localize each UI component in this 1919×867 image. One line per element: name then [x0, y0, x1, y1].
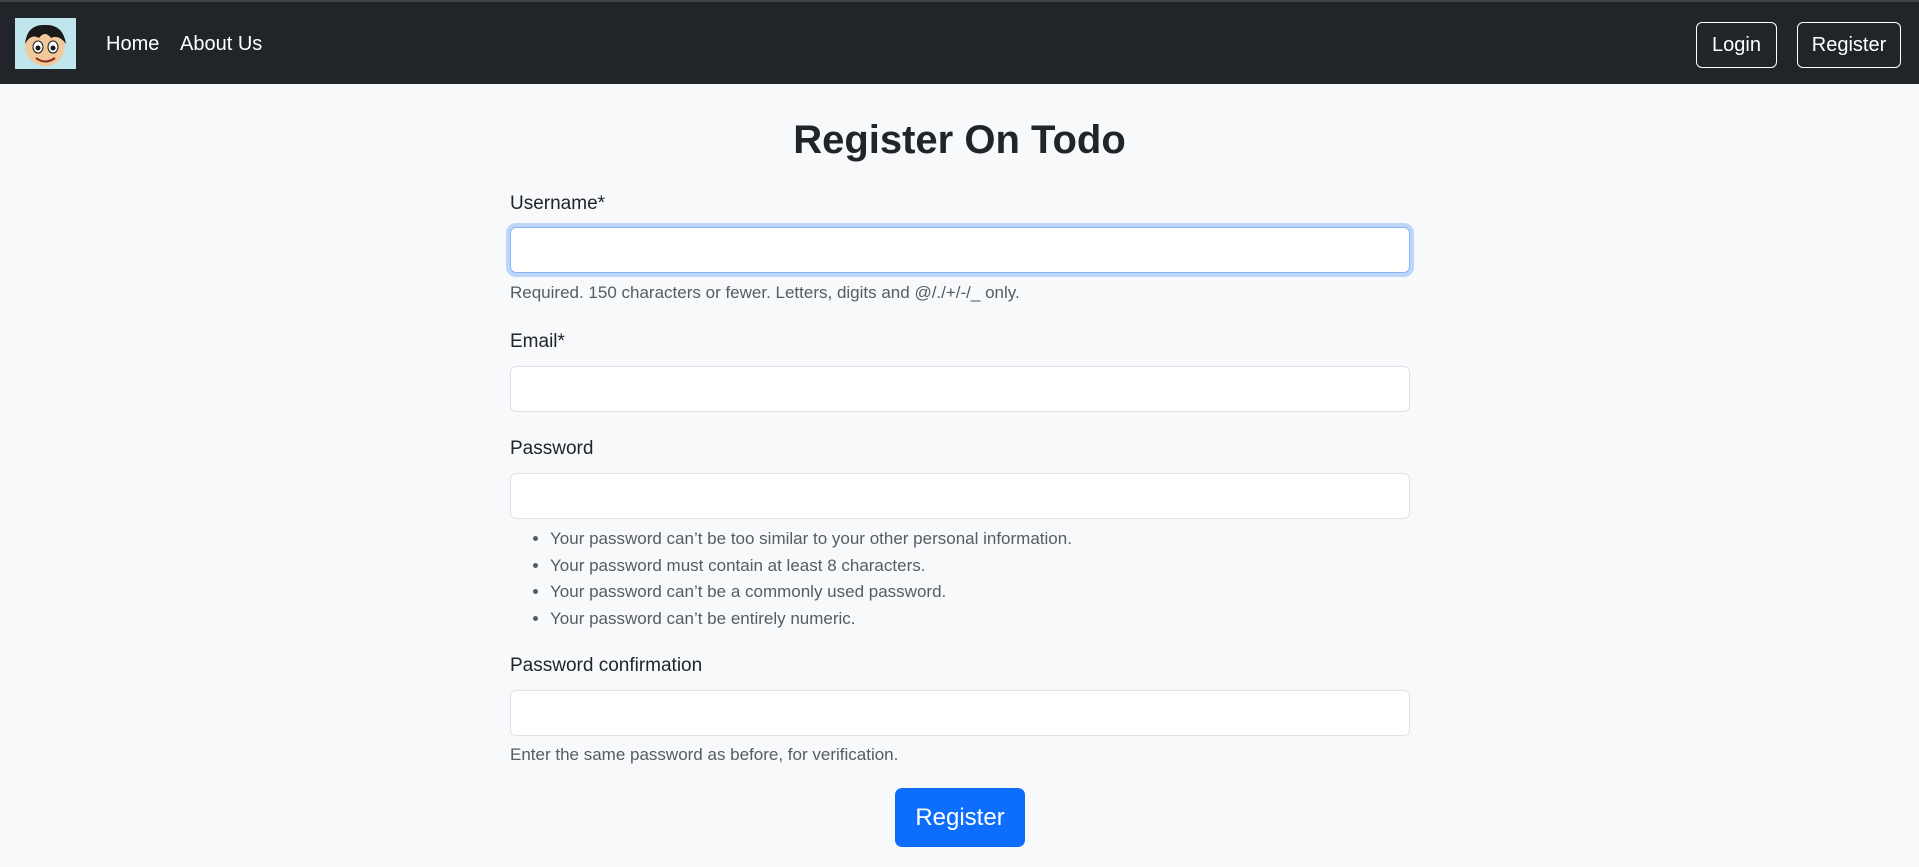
password-help-item: Your password can’t be too similar to yo…: [550, 526, 1072, 553]
nav-link-home[interactable]: Home: [106, 32, 159, 56]
navbar: Home About Us Login Register: [0, 0, 1919, 84]
email-input[interactable]: [510, 366, 1410, 412]
page-title: Register On Todo: [793, 118, 1126, 162]
password-help-item: Your password must contain at least 8 ch…: [550, 553, 1072, 580]
password-confirmation-input[interactable]: [510, 690, 1410, 736]
register-submit-button[interactable]: Register: [895, 788, 1025, 847]
username-label: Username*: [510, 193, 606, 214]
brand-logo[interactable]: [15, 18, 76, 69]
nav-link-about-us[interactable]: About Us: [180, 32, 262, 56]
password-help-list: Your password can’t be too similar to yo…: [510, 526, 1072, 632]
password-confirmation-help-text: Enter the same password as before, for v…: [510, 745, 899, 764]
email-label: Email*: [510, 331, 565, 352]
password-label: Password: [510, 438, 594, 459]
login-button[interactable]: Login: [1696, 22, 1777, 68]
password-input[interactable]: [510, 473, 1410, 519]
password-help-item: Your password can’t be a commonly used p…: [550, 579, 1072, 606]
username-input[interactable]: [510, 227, 1410, 273]
username-help-text: Required. 150 characters or fewer. Lette…: [510, 283, 1020, 302]
password-confirmation-label: Password confirmation: [510, 655, 703, 676]
register-nav-button[interactable]: Register: [1797, 22, 1901, 68]
luffy-avatar-icon: [15, 18, 76, 69]
password-help-item: Your password can’t be entirely numeric.: [550, 606, 1072, 633]
